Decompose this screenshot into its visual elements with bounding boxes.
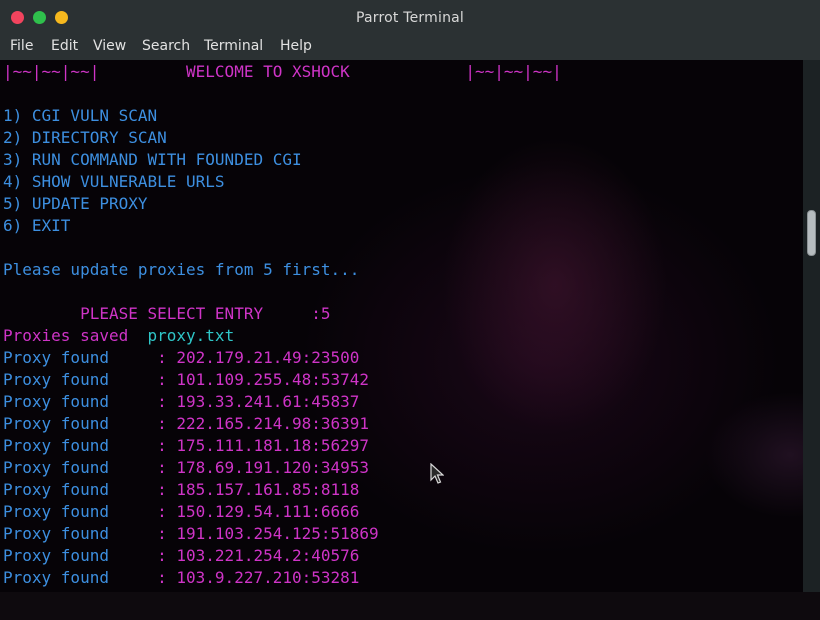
proxy-label: Proxy found [3, 524, 158, 543]
proxy-address: : 191.103.254.125:51869 [157, 524, 379, 543]
proxy-label: Proxy found [3, 436, 158, 455]
terminal-output[interactable]: |~~|~~|~~| WELCOME TO XSHOCK |~~|~~|~~| … [0, 60, 803, 592]
menu-option: 1) CGI VULN SCAN [3, 106, 158, 125]
proxy-label: Proxy found [3, 370, 158, 389]
window-title: Parrot Terminal [355, 10, 465, 26]
proxy-address: : 103.221.254.2:40576 [157, 546, 360, 565]
menu-bar: File Edit View Search Terminal Help [0, 36, 820, 60]
vertical-scrollbar[interactable] [803, 60, 820, 592]
proxy-label: Proxy found [3, 392, 158, 411]
proxy-address: : 150.129.54.111:6666 [157, 502, 360, 521]
prompt-line: PLEASE SELECT ENTRY :5 [3, 304, 331, 323]
proxy-line: Proxy found : 175.111.181.18:56297 [3, 435, 369, 457]
title-bar: Parrot Terminal [0, 0, 820, 36]
saved-file: proxy.txt [147, 326, 235, 345]
proxy-address: : 101.109.255.48:53742 [157, 370, 370, 389]
scrollbar-thumb[interactable] [807, 210, 816, 256]
saved-line: Proxies saved proxy.txt [3, 325, 234, 347]
proxy-label: Proxy found [3, 458, 158, 477]
menu-search[interactable]: Search [142, 38, 190, 54]
notice-line: Please update proxies from 5 first... [3, 260, 360, 279]
proxy-label: Proxy found [3, 546, 158, 565]
proxy-address: : 175.111.181.18:56297 [157, 436, 370, 455]
proxy-address: : 193.33.241.61:45837 [157, 392, 360, 411]
proxy-label: Proxy found [3, 480, 158, 499]
proxy-line: Proxy found : 185.157.161.85:8118 [3, 479, 359, 501]
proxy-line: Proxy found : 103.221.254.2:40576 [3, 545, 359, 567]
menu-terminal[interactable]: Terminal [204, 38, 263, 54]
proxy-line: Proxy found : 103.9.227.210:53281 [3, 567, 359, 589]
menu-help[interactable]: Help [280, 38, 312, 54]
desktop-strip [0, 592, 820, 620]
mouse-pointer-icon [430, 463, 444, 484]
proxy-line: Proxy found : 178.69.191.120:34953 [3, 457, 369, 479]
menu-option: 5) UPDATE PROXY [3, 194, 148, 213]
proxy-line: Proxy found : 191.103.254.125:51869 [3, 523, 379, 545]
proxy-line: Proxy found : 222.165.214.98:36391 [3, 413, 369, 435]
proxy-line: Proxy found : 150.129.54.111:6666 [3, 501, 359, 523]
proxy-line: Proxy found : 202.179.21.49:23500 [3, 347, 359, 369]
menu-option: 3) RUN COMMAND WITH FOUNDED CGI [3, 150, 302, 169]
menu-option: 6) EXIT [3, 216, 71, 235]
proxy-line: Proxy found : 193.33.241.61:45837 [3, 391, 359, 413]
proxy-address: : 178.69.191.120:34953 [157, 458, 370, 477]
proxy-address: : 185.157.161.85:8118 [157, 480, 360, 499]
menu-option: 2) DIRECTORY SCAN [3, 128, 167, 147]
banner-line: |~~|~~|~~| WELCOME TO XSHOCK |~~|~~|~~| [3, 62, 562, 81]
proxy-label: Proxy found [3, 502, 158, 521]
menu-view[interactable]: View [93, 38, 126, 54]
proxy-address: : 103.9.227.210:53281 [157, 568, 360, 587]
proxy-label: Proxy found [3, 414, 158, 433]
menu-option: 4) SHOW VULNERABLE URLS [3, 172, 225, 191]
proxy-line: Proxy found : 101.109.255.48:53742 [3, 369, 369, 391]
proxy-label: Proxy found [3, 568, 158, 587]
saved-label: Proxies saved [3, 326, 129, 345]
menu-file[interactable]: File [10, 38, 33, 54]
proxy-address: : 202.179.21.49:23500 [157, 348, 360, 367]
proxy-label: Proxy found [3, 348, 158, 367]
menu-edit[interactable]: Edit [51, 38, 78, 54]
proxy-address: : 222.165.214.98:36391 [157, 414, 370, 433]
